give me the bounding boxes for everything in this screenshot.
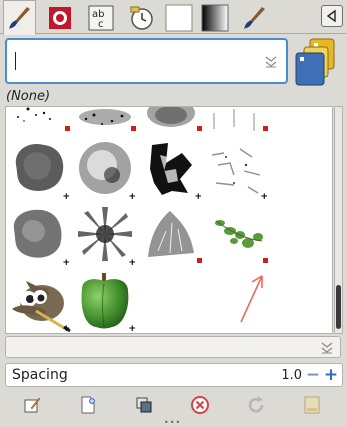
brush-actions-toolbar: [0, 391, 346, 417]
tag-assign-input[interactable]: [5, 336, 341, 358]
brush-indicator: +: [128, 324, 136, 334]
brush-preview: [215, 220, 263, 248]
brush-item[interactable]: +: [72, 135, 138, 202]
tab-tool-presets[interactable]: [238, 1, 271, 34]
brush-item[interactable]: +: [6, 201, 72, 268]
chevron-down-icon[interactable]: [320, 340, 334, 354]
tab-brushes[interactable]: [3, 0, 36, 35]
tab-fonts[interactable]: ab c: [84, 1, 117, 34]
tag-icon[interactable]: [294, 37, 340, 89]
brush-item[interactable]: +: [6, 135, 72, 202]
tag-filter-input[interactable]: [5, 38, 288, 84]
spacing-value[interactable]: 1.0: [281, 368, 302, 383]
brush-preview: [147, 107, 195, 127]
increment-button[interactable]: +: [322, 364, 340, 386]
brush-preview: [17, 107, 51, 122]
brush-item[interactable]: [138, 201, 204, 267]
filter-label: (None): [6, 89, 51, 104]
brush-item[interactable]: +: [72, 201, 138, 268]
edit-brush-button[interactable]: [20, 393, 44, 417]
brush-preview: [148, 211, 194, 257]
brush-item[interactable]: +: [138, 135, 204, 202]
brush-indicator: [197, 258, 202, 263]
edit-brush-icon: [24, 397, 41, 413]
chevron-down-icon[interactable]: [264, 54, 278, 68]
brush-item[interactable]: [204, 201, 270, 267]
refresh-brushes-button[interactable]: [244, 393, 268, 417]
font-icon: ab c: [88, 5, 113, 30]
paintbrush-alt-icon: [243, 6, 265, 29]
spacing-label: Spacing: [12, 367, 68, 383]
brush-item[interactable]: [204, 107, 270, 135]
document-history-icon: [130, 6, 153, 30]
delete-brush-button[interactable]: [188, 393, 212, 417]
delete-brush-icon: [191, 396, 209, 414]
open-as-image-icon: [304, 396, 320, 414]
resize-grip[interactable]: •••: [164, 418, 181, 427]
spacing-spinscale[interactable]: Spacing 1.0 − +: [5, 363, 343, 387]
brush-indicator: [197, 126, 202, 131]
brush-grid[interactable]: + + + + + + + +: [5, 106, 333, 334]
decrement-button[interactable]: −: [304, 364, 322, 386]
new-brush-button[interactable]: [76, 393, 100, 417]
triangle-left-icon: [326, 9, 336, 23]
svg-text:c: c: [98, 19, 104, 30]
brush-item[interactable]: +: [72, 267, 138, 333]
brush-item[interactable]: [72, 107, 138, 135]
brush-item[interactable]: +: [6, 267, 72, 333]
new-brush-icon: [81, 396, 95, 414]
brush-preview: [213, 109, 255, 131]
gradient-icon: [201, 4, 228, 31]
brush-item[interactable]: +: [204, 135, 270, 202]
brush-indicator: +: [62, 324, 70, 334]
brush-item[interactable]: [138, 107, 204, 135]
tab-patterns[interactable]: [43, 1, 76, 34]
paintbrush-icon: [8, 6, 30, 29]
open-as-image-button[interactable]: [300, 393, 324, 417]
brush-item[interactable]: [6, 107, 72, 135]
scrollbar[interactable]: [334, 106, 343, 334]
tab-menu-button[interactable]: [321, 5, 343, 27]
tab-gradients[interactable]: [198, 1, 231, 34]
brush-indicator: [131, 126, 136, 131]
brush-preview: [79, 109, 131, 125]
duplicate-brush-button[interactable]: [132, 393, 156, 417]
refresh-brushes-icon: [248, 396, 264, 413]
pattern-icon: [48, 6, 71, 29]
tab-document-history[interactable]: [124, 1, 157, 34]
brush-indicator: [263, 258, 268, 263]
brush-indicator: [263, 126, 268, 131]
tab-palettes[interactable]: [162, 1, 195, 34]
brush-indicator: [65, 126, 70, 131]
scrollbar-thumb[interactable]: [336, 285, 341, 329]
duplicate-brush-icon: [136, 397, 152, 413]
white-swatch-icon: [165, 4, 192, 31]
dock-tab-bar: ab c: [0, 0, 346, 35]
text-caret: [15, 52, 16, 70]
